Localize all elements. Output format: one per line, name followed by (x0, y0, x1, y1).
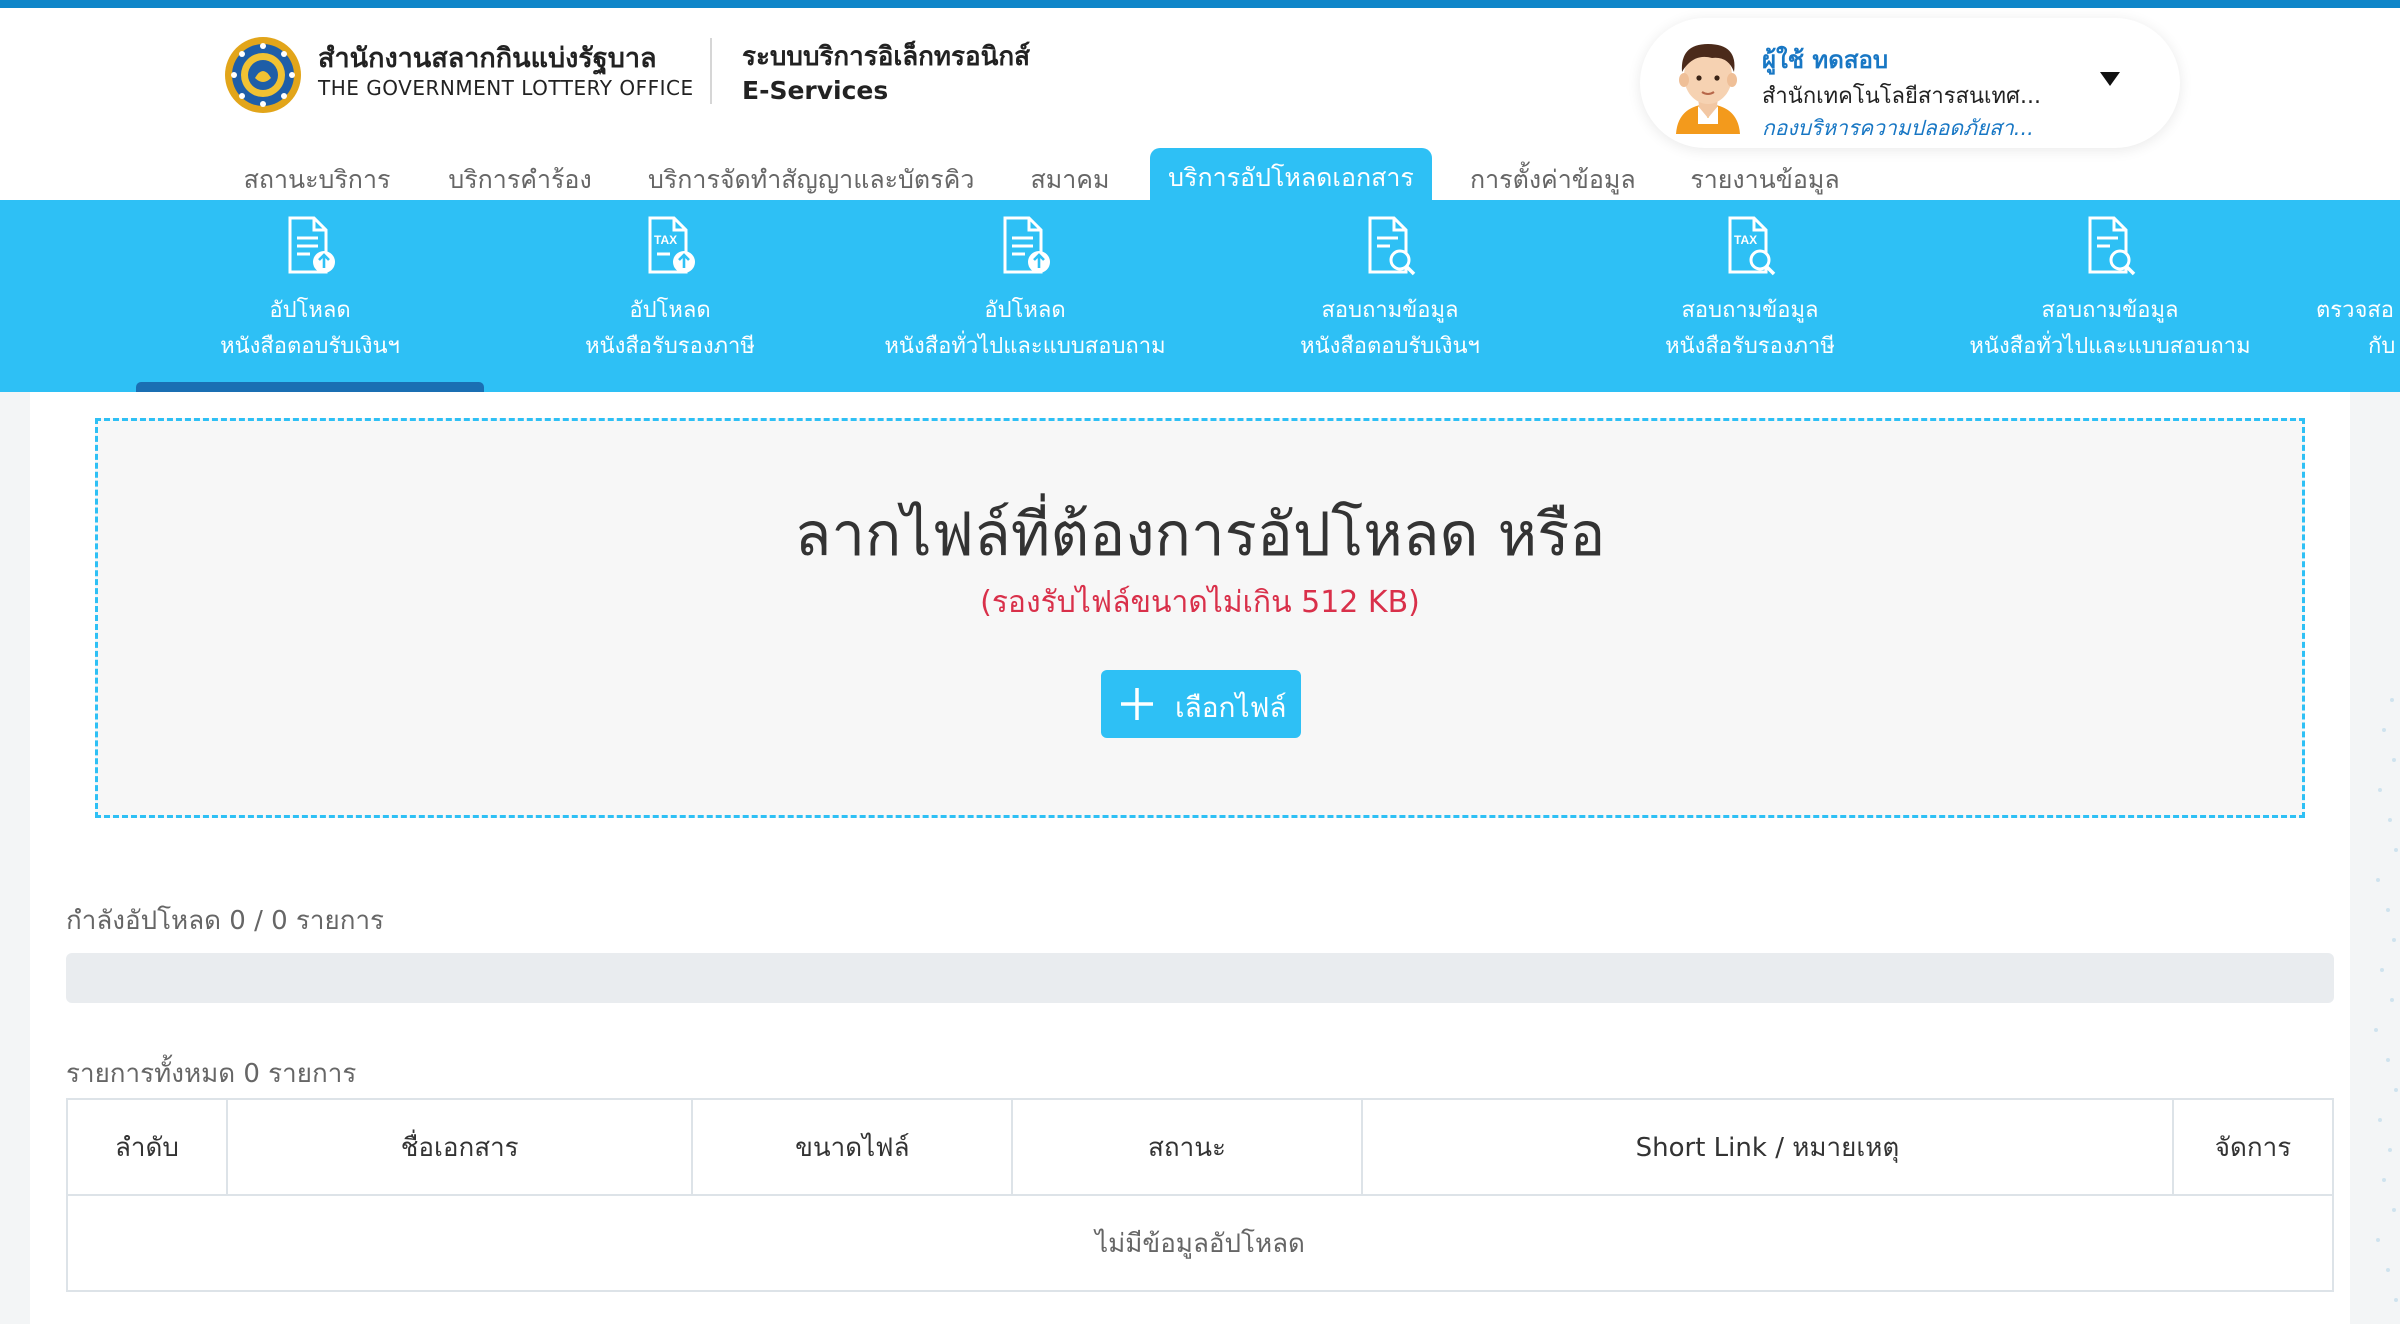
system-name-thai: ระบบบริการอิเล็กทรอนิกส์ (742, 42, 1030, 72)
column-header-file-size[interactable]: ขนาดไฟล์ (691, 1098, 1014, 1196)
subnav-search-general-documents[interactable]: สอบถามข้อมูล หนังสือทั่วไปและแบบสอบถาม (1940, 200, 2280, 392)
table-row: ไม่มีข้อมูลอัปโหลด (66, 1194, 2334, 1292)
user-division: กองบริหารความปลอดภัยสา... (1762, 116, 2034, 140)
main-navigation: สถานะบริการ บริการคำร้อง บริการจัดทำสัญญ… (0, 148, 2400, 208)
empty-table-message: ไม่มีข้อมูลอัปโหลด (66, 1194, 2334, 1292)
subnav-line1: สอบถามข้อมูล (1321, 298, 1459, 323)
tax-document-upload-icon: TAX (648, 216, 695, 274)
user-department: สำนักเทคโนโลยีสารสนเทศ... (1762, 84, 2041, 109)
upload-progress-bar (66, 953, 2334, 1003)
subnav-line1: อัปโหลด (269, 298, 351, 323)
subnav-upload-general-documents[interactable]: อัปโหลด หนังสือทั่วไปและแบบสอบถาม (860, 200, 1190, 392)
file-dropzone[interactable]: ลากไฟล์ที่ต้องการอัปโหลด หรือ (รองรับไฟล… (95, 418, 2305, 818)
dotted-decoration-icon (2374, 698, 2398, 1302)
subnav-line2: หนังสือรับรองภาษี (585, 334, 755, 359)
dropzone-size-note: (รองรับไฟล์ขนาดไม่เกิน 512 KB) (980, 585, 1420, 620)
nav-document-upload[interactable]: บริการอัปโหลดเอกสาร (1150, 148, 1432, 208)
dropzone-title: ลากไฟล์ที่ต้องการอัปโหลด หรือ (794, 500, 1606, 570)
caret-down-icon[interactable] (2100, 72, 2120, 86)
column-header-short-link[interactable]: Short Link / หมายเหตุ (1360, 1098, 2175, 1196)
column-header-document-name[interactable]: ชื่อเอกสาร (225, 1098, 694, 1196)
subnav-upload-tax-certificate[interactable]: TAX อัปโหลด หนังสือรับรองภาษี (510, 200, 830, 392)
top-accent-stripe (0, 0, 2400, 8)
glo-emblem-icon[interactable] (222, 34, 304, 116)
subnav-search-tax-certificate[interactable]: TAX สอบถามข้อมูล หนังสือรับรองภาษี (1590, 200, 1910, 392)
subnav-line2: หนังสือตอบรับเงินฯ (1300, 334, 1480, 359)
choose-file-label: เลือกไฟล์ (1175, 691, 1287, 724)
site-header: สำนักงานสลากกินแบ่งรัฐบาล THE GOVERNMENT… (0, 8, 2400, 208)
subnav-line2: หนังสือรับรองภาษี (1665, 334, 1835, 359)
subnav-line1: ตรวจสอ (2316, 298, 2394, 323)
upload-progress-label: กำลังอัปโหลด 0 / 0 รายการ (66, 906, 385, 936)
subnav-line1: สอบถามข้อมูล (2041, 298, 2179, 323)
user-avatar-icon (1658, 34, 1758, 134)
choose-file-button[interactable]: เลือกไฟล์ (1101, 670, 1301, 738)
column-header-status[interactable]: สถานะ (1011, 1098, 1363, 1196)
org-name-english: THE GOVERNMENT LOTTERY OFFICE (318, 76, 694, 100)
subnav-line2: หนังสือทั่วไปและแบบสอบถาม (884, 334, 1166, 359)
svg-text:TAX: TAX (1734, 233, 1757, 247)
sub-navigation: อัปโหลด หนังสือตอบรับเงินฯ TAX อัปโหลด ห… (0, 200, 2400, 392)
table-header-row: ลำดับ ชื่อเอกสาร ขนาดไฟล์ สถานะ Short Li… (66, 1098, 2334, 1196)
subnav-upload-payment-letter[interactable]: อัปโหลด หนังสือตอบรับเงินฯ (150, 200, 470, 392)
subnav-line2: กับ (2368, 334, 2396, 359)
active-subnav-indicator (136, 382, 484, 392)
document-search-icon (2088, 216, 2136, 276)
subnav-line2: หนังสือตอบรับเงินฯ (220, 334, 400, 359)
document-upload-icon (288, 216, 335, 274)
tax-document-search-icon: TAX (1728, 216, 1776, 276)
subnav-search-payment-letter[interactable]: สอบถามข้อมูล หนังสือตอบรับเงินฯ (1230, 200, 1550, 392)
subnav-line1: สอบถามข้อมูล (1681, 298, 1819, 323)
system-name-english: E-Services (742, 76, 889, 105)
header-divider (710, 38, 712, 104)
svg-text:TAX: TAX (654, 233, 677, 247)
subnav-verify-partial[interactable]: ตรวจสอ กับ (2316, 200, 2400, 392)
user-profile-card[interactable]: ผู้ใช้ ทดสอบ สำนักเทคโนโลยีสารสนเทศ... ก… (1640, 18, 2180, 148)
subnav-line1: อัปโหลด (629, 298, 711, 323)
plus-icon (1121, 688, 1153, 720)
subnav-line2: หนังสือทั่วไปและแบบสอบถาม (1969, 334, 2251, 359)
document-upload-icon (1003, 216, 1050, 274)
subnav-line1: อัปโหลด (984, 298, 1066, 323)
column-header-order[interactable]: ลำดับ (66, 1098, 228, 1196)
user-name[interactable]: ผู้ใช้ ทดสอบ (1762, 40, 1888, 79)
org-name-thai: สำนักงานสลากกินแบ่งรัฐบาล (318, 43, 657, 74)
document-search-icon (1368, 216, 1416, 276)
column-header-actions[interactable]: จัดการ (2172, 1098, 2334, 1196)
total-items-label: รายการทั้งหมด 0 รายการ (66, 1059, 357, 1089)
upload-table: ลำดับ ชื่อเอกสาร ขนาดไฟล์ สถานะ Short Li… (66, 1098, 2334, 1292)
